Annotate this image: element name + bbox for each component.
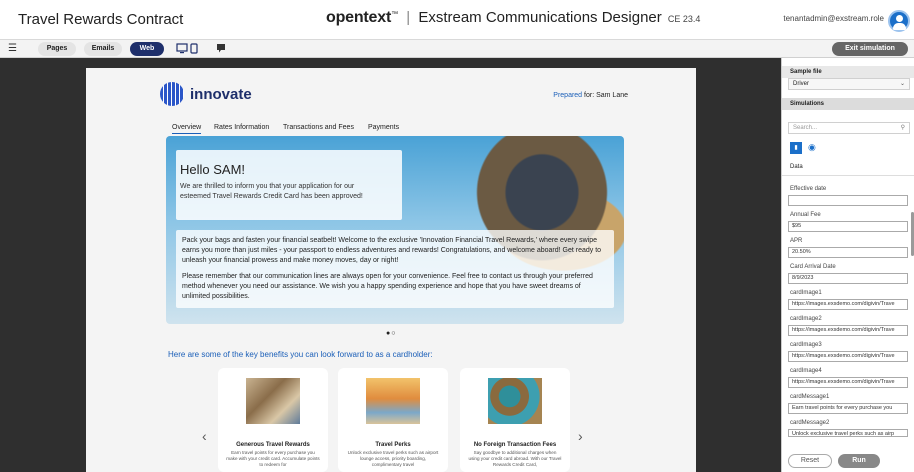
preview-canvas: innovate Prepared for: Sam Lane Overview…: [0, 58, 781, 472]
toolbar: ☰ Pages Emails Web Exit simulation: [0, 40, 914, 58]
data-label: Data: [790, 164, 803, 170]
benefit-card-perks: Travel Perks Unlock exclusive travel per…: [338, 368, 448, 472]
field-label: Effective date: [790, 186, 827, 192]
sample-file-select[interactable]: Driver ⌄: [788, 78, 910, 90]
effective-date-field[interactable]: [788, 195, 908, 206]
hero-approval-text: We are thrilled to inform you that your …: [180, 183, 363, 200]
benefit-title: No Foreign Transaction Fees: [473, 442, 557, 448]
hero-banner: Hello SAM! We are thrilled to inform you…: [166, 136, 624, 324]
emails-button[interactable]: Emails: [84, 42, 122, 56]
reset-button[interactable]: Reset: [788, 454, 832, 468]
sample-file-label: Sample file: [782, 66, 914, 78]
field-label: cardMessage2: [790, 420, 830, 426]
benefit-image-no-fees: [488, 378, 542, 424]
avatar[interactable]: [888, 10, 910, 32]
preview-toggle-icon[interactable]: ◉: [808, 142, 816, 153]
user-name: tenantadmin@exstream.role: [783, 14, 884, 23]
carousel-dots[interactable]: ●○: [386, 330, 396, 337]
apr-field[interactable]: 20.50%: [788, 247, 908, 258]
hero-contact-text: Please remember that our communication l…: [182, 273, 593, 300]
desktop-icon[interactable]: [176, 43, 188, 54]
benefits-title: Here are some of the key benefits you ca…: [168, 350, 433, 359]
prepared-for: Prepared for: Sam Lane: [553, 92, 628, 99]
brand-tm: ™: [391, 11, 399, 18]
card-image1-field[interactable]: https://images.exsdemo.com/digivin/Trave: [788, 299, 908, 310]
innovate-logo-icon: [160, 82, 184, 106]
search-icon: ⚲: [900, 125, 905, 131]
prepared-label: Prepared: [553, 92, 583, 99]
benefit-description: Earn travel points for every purchase yo…: [226, 450, 320, 467]
mobile-icon[interactable]: [190, 43, 198, 54]
hero-greeting: Hello SAM!: [180, 162, 246, 177]
tab-overview[interactable]: Overview: [172, 124, 202, 134]
card-image3-field[interactable]: https://images.exsdemo.com/digivin/Trave: [788, 351, 908, 362]
benefit-card-rewards: Generous Travel Rewards Earn travel poin…: [218, 368, 328, 472]
field-label: cardImage2: [790, 316, 822, 322]
innovate-logo-text: innovate: [190, 86, 252, 103]
benefit-description: Say goodbye to additional charges when u…: [468, 450, 562, 467]
prepared-name: for: Sam Lane: [582, 92, 628, 99]
field-label: APR: [790, 238, 803, 244]
annual-fee-field[interactable]: $95: [788, 221, 908, 232]
search-placeholder: Search...: [793, 125, 818, 131]
benefit-title: Travel Perks: [375, 442, 411, 448]
benefit-image-perks: [366, 378, 420, 424]
app-title: Travel Rewards Contract: [18, 11, 184, 28]
divider: [782, 175, 914, 176]
tab-transactions-and-fees[interactable]: Transactions and Fees: [283, 124, 354, 131]
card-message1-field[interactable]: Earn travel points for every purchase yo…: [788, 403, 908, 414]
tab-rates-information[interactable]: Rates Information: [214, 124, 269, 131]
card-arrival-date-field[interactable]: 8/9/2023: [788, 273, 908, 284]
web-button[interactable]: Web: [130, 42, 164, 56]
menu-icon[interactable]: ☰: [8, 43, 17, 54]
card-image2-field[interactable]: https://images.exsdemo.com/digivin/Trave: [788, 325, 908, 336]
brand-logo: opentext: [326, 9, 392, 26]
brand-version: CE 23.4: [667, 14, 701, 24]
field-label: Annual Fee: [790, 212, 821, 218]
hero-welcome-text: Pack your bags and fasten your financial…: [182, 237, 602, 264]
sample-file-value: Driver: [793, 81, 809, 87]
run-button[interactable]: Run: [838, 454, 880, 468]
field-label: cardImage1: [790, 290, 822, 296]
benefit-image-rewards: [246, 378, 300, 424]
field-label: cardImage3: [790, 342, 822, 348]
field-label: Card Arrival Date: [790, 264, 836, 270]
brand-separator: |: [406, 9, 411, 26]
web-page-preview: innovate Prepared for: Sam Lane Overview…: [86, 68, 696, 472]
card-image4-field[interactable]: https://images.exsdemo.com/digivin/Trave: [788, 377, 908, 388]
field-label: cardImage4: [790, 368, 822, 374]
search-input[interactable]: Search... ⚲: [788, 122, 910, 134]
exit-simulation-button[interactable]: Exit simulation: [832, 42, 908, 56]
brand-product: Exstream Communications Designer: [418, 9, 662, 26]
carousel-prev-icon[interactable]: ‹: [202, 428, 207, 444]
benefit-card-no-fees: No Foreign Transaction Fees Say goodbye …: [460, 368, 570, 472]
tab-payments[interactable]: Payments: [368, 124, 399, 131]
simulation-sidebar: Sample file Driver ⌄ Simulations Search..…: [781, 58, 914, 472]
pages-button[interactable]: Pages: [38, 42, 76, 56]
data-chart-icon[interactable]: ▮: [790, 142, 802, 154]
brand-title: opentext™ | Exstream Communications Desi…: [326, 9, 700, 27]
field-label: cardMessage1: [790, 394, 830, 400]
card-message2-field[interactable]: Unlock exclusive travel perks such as ai…: [788, 429, 908, 437]
carousel-next-icon[interactable]: ›: [578, 428, 583, 444]
comment-icon[interactable]: [216, 43, 226, 54]
chevron-down-icon: ⌄: [899, 81, 905, 87]
simulations-header: Simulations: [782, 98, 914, 110]
benefit-description: Unlock exclusive travel perks such as ai…: [347, 450, 439, 467]
top-bar: Travel Rewards Contract opentext™ | Exst…: [0, 0, 914, 40]
benefit-title: Generous Travel Rewards: [236, 442, 310, 448]
